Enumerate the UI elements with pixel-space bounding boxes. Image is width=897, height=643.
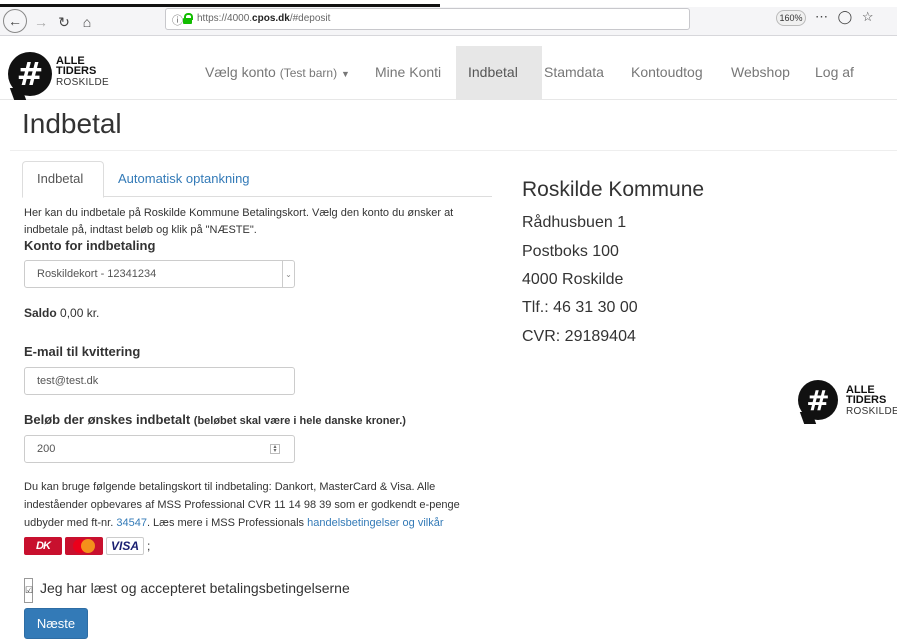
back-icon[interactable]: ← — [3, 9, 27, 33]
email-field[interactable]: test@test.dk — [24, 367, 295, 395]
nav-webshop[interactable]: Webshop — [731, 64, 790, 80]
address-bar[interactable]: ⓘ https://4000.cpos.dk/#deposit — [165, 8, 690, 30]
info-icon[interactable]: ⓘ — [172, 12, 183, 28]
page-title: Indbetal — [22, 108, 122, 139]
site-navbar: # ALLE TIDERS ROSKILDE Vælg konto (Test … — [0, 46, 897, 100]
url-text[interactable]: https://4000.cpos.dk/#deposit — [197, 13, 330, 24]
visa-icon: VISA — [106, 537, 144, 555]
nav-my-accounts[interactable]: Mine Konti — [375, 64, 441, 80]
hashtag-logo-icon: # — [798, 380, 838, 420]
account-select[interactable]: Roskildekort - 12341234 ⌄ — [24, 260, 295, 288]
accept-terms-label[interactable]: Jeg har læst og accepteret betalingsbeti… — [40, 580, 350, 596]
home-icon[interactable]: ⌂ — [76, 11, 98, 33]
number-spinner-icon[interactable]: ▴ ▾ — [270, 444, 280, 454]
pocket-icon[interactable]: ◯ — [838, 9, 856, 24]
bookmark-star-icon[interactable]: ☆ — [862, 9, 877, 24]
hashtag-logo-icon: # — [8, 52, 52, 96]
mastercard-icon — [65, 537, 103, 555]
org-cvr: CVR: 29189404 — [522, 328, 636, 345]
reload-icon[interactable]: ↻ — [53, 11, 75, 33]
ft-number-link[interactable]: 34547 — [116, 517, 147, 529]
accept-terms-checkbox[interactable]: ☑ — [24, 578, 33, 603]
org-city: 4000 Roskilde — [522, 271, 624, 288]
caret-down-icon: ▼ — [340, 69, 350, 79]
org-name: Roskilde Kommune — [522, 178, 705, 201]
amount-label: Beløb der ønskes indbetalt (beløbet skal… — [24, 412, 406, 427]
nav-master-data[interactable]: Stamdata — [544, 64, 604, 80]
tab-bar: Indbetal Automatisk optankning — [22, 161, 492, 198]
browser-toolbar: ← → ↻ ⌂ ⓘ https://4000.cpos.dk/#deposit … — [0, 0, 897, 36]
org-pobox: Postboks 100 — [522, 243, 619, 260]
email-label: E-mail til kvittering — [24, 344, 141, 359]
payment-cards: DK VISA ; — [24, 537, 150, 555]
amount-field[interactable]: 200 ▴ ▾ — [24, 435, 295, 463]
nav-deposit[interactable]: Indbetal — [456, 46, 542, 100]
more-icon[interactable]: ⋯ — [815, 9, 831, 24]
intro-text: Her kan du indbetale på Roskilde Kommune… — [24, 207, 454, 236]
nav-logout[interactable]: Log af — [815, 64, 854, 80]
next-button[interactable]: Næste — [24, 608, 88, 639]
tab-auto-topup[interactable]: Automatisk optankning — [118, 171, 250, 186]
terms-link[interactable]: handelsbetingelser og vilkår — [307, 517, 443, 529]
zoom-level-badge[interactable]: 160% — [776, 10, 806, 26]
org-street: Rådhusbuen 1 — [522, 214, 627, 231]
dankort-icon: DK — [24, 537, 62, 555]
chevron-down-icon: ⌄ — [282, 261, 294, 287]
forward-icon[interactable]: → — [30, 11, 52, 33]
org-phone: Tlf.: 46 31 30 00 — [522, 299, 638, 316]
account-label: Konto for indbetaling — [24, 238, 156, 253]
saldo-display: Saldo 0,00 kr. — [24, 306, 100, 320]
nav-choose-account[interactable]: Vælg konto (Test barn) ▼ — [205, 64, 350, 80]
divider — [10, 150, 897, 151]
alle-tiders-logo-secondary: # ALLE TIDERS ROSKILDE — [798, 376, 897, 424]
browser-top-strip — [0, 0, 897, 7]
nav-statement[interactable]: Kontoudtog — [631, 64, 703, 80]
lock-icon — [183, 13, 193, 24]
alle-tiders-logo[interactable]: # ALLE TIDERS ROSKILDE — [8, 50, 118, 96]
payment-info-text: Du kan bruge følgende betalingskort til … — [24, 481, 460, 529]
tab-deposit[interactable]: Indbetal — [22, 161, 104, 198]
